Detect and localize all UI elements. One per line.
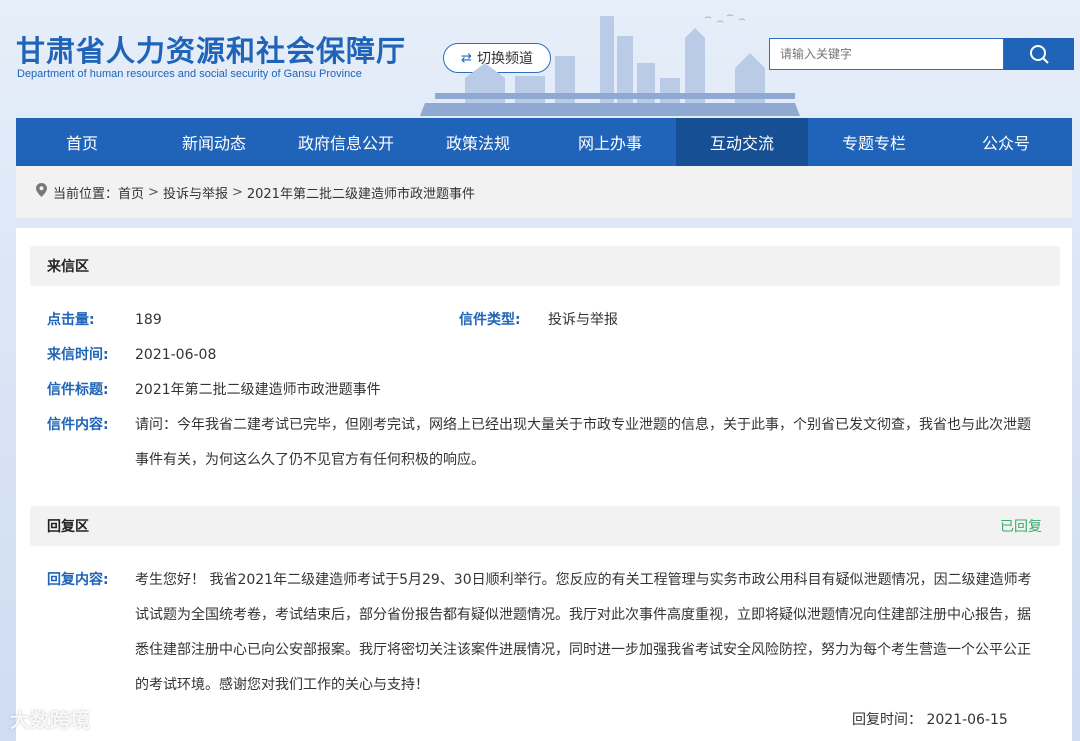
nav-policy[interactable]: 政策法规 (412, 118, 544, 166)
breadcrumb: 当前位置： 首页 > 投诉与举报 > 2021年第二批二级建造师市政泄题事件 (16, 166, 1072, 218)
nav-news[interactable]: 新闻动态 (148, 118, 280, 166)
reply-line: 的考试环境。感谢您对我们工作的关心与支持！ (135, 677, 429, 693)
reply-time: 回复时间： 2021-06-15 (852, 712, 1008, 728)
reply-section-header: 回复区 已回复 (30, 506, 1060, 546)
letter-section-header: 来信区 (30, 246, 1060, 286)
breadcrumb-home[interactable]: 首页 (118, 183, 144, 202)
nav-special-topics[interactable]: 专题专栏 (808, 118, 940, 166)
reply-line: 悉住建部注册中心已向公安部报案。我厅将密切关注该案件进展情况，同时进一步加强我省… (135, 642, 1031, 658)
main-nav: 首页 新闻动态 政府信息公开 政策法规 网上办事 互动交流 专题专栏 公众号 (16, 118, 1072, 166)
nav-gov-info[interactable]: 政府信息公开 (280, 118, 412, 166)
reply-content-row: 回复内容: (47, 563, 109, 598)
content-line: 请问：今年我省二建考试已完毕，但刚考完试，网络上已经出现大量关于市政专业泄题的信… (135, 417, 1031, 433)
content-row: 信件内容: (47, 408, 109, 443)
time-value: 2021-06-08 (135, 347, 217, 363)
nav-online-service[interactable]: 网上办事 (544, 118, 676, 166)
time-row: 来信时间: (47, 338, 109, 373)
reply-line: 试试题为全国统考卷，考试结束后，部分省份报告都有疑似泄题情况。我厅对此次事件高度… (135, 607, 1031, 623)
nav-home[interactable]: 首页 (16, 118, 148, 166)
site-subtitle: Department of human resources and social… (17, 68, 362, 80)
breadcrumb-separator: > (231, 184, 243, 200)
search-input[interactable] (769, 38, 1004, 70)
clicks-value: 189 (135, 312, 162, 328)
time-label: 来信时间: (47, 347, 109, 363)
content-line: 事件有关，为何这么久了仍不见官方有任何积极的响应。 (135, 452, 485, 468)
breadcrumb-complaints[interactable]: 投诉与举报 (163, 183, 228, 202)
city-skyline-illustration (420, 14, 800, 116)
clicks-label: 点击量: (47, 312, 95, 328)
breadcrumb-current[interactable]: 2021年第二批二级建造师市政泄题事件 (247, 183, 475, 202)
watermark: 大数跨境 (10, 708, 90, 732)
breadcrumb-separator: > (148, 184, 159, 200)
location-pin-icon (36, 183, 47, 201)
search-button[interactable] (1004, 38, 1074, 70)
reply-status-badge: 已回复 (1000, 519, 1042, 535)
type-row: 信件类型: (459, 303, 521, 338)
breadcrumb-prefix: 当前位置： (53, 186, 119, 202)
site-title[interactable]: 甘肃省人力资源和社会保障厅 (16, 28, 406, 70)
letter-section-title: 来信区 (47, 259, 89, 275)
reply-content-label: 回复内容: (47, 572, 109, 588)
reply-section-title: 回复区 (47, 519, 89, 535)
nav-interaction[interactable]: 互动交流 (676, 118, 808, 166)
reply-line: 考生您好！ 我省2021年二级建造师考试于5月29、30日顺利举行。您反应的有关… (135, 572, 1032, 588)
subject-row: 信件标题: (47, 373, 109, 408)
content-label: 信件内容: (47, 417, 109, 433)
nav-official-account[interactable]: 公众号 (940, 118, 1072, 166)
type-label: 信件类型: (459, 312, 521, 328)
clicks-row: 点击量: (47, 303, 95, 338)
subject-label: 信件标题: (47, 382, 109, 398)
letter-detail-panel: 来信区 点击量: 189 信件类型: 投诉与举报 来信时间: 2021-06-0… (16, 228, 1072, 741)
type-value: 投诉与举报 (548, 312, 618, 328)
subject-value: 2021年第二批二级建造师市政泄题事件 (135, 382, 381, 398)
search-icon (1030, 45, 1049, 64)
site-header: 甘肃省人力资源和社会保障厅 Department of human resour… (0, 0, 1080, 118)
